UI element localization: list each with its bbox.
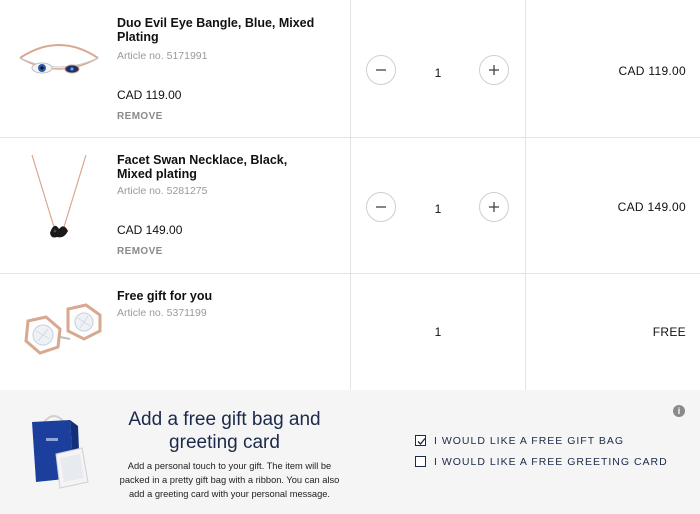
remove-button[interactable]: REMOVE — [117, 246, 163, 257]
item-name[interactable]: Duo Evil Eye Bangle, Blue, Mixed Plating — [117, 16, 317, 44]
greeting-card-checkbox[interactable] — [415, 456, 426, 467]
info-icon[interactable]: i — [673, 405, 685, 417]
gift-bag-label[interactable]: I WOULD LIKE A FREE GIFT BAG — [434, 435, 624, 447]
minus-icon — [376, 69, 386, 71]
quantity-value: 1 — [434, 202, 442, 216]
gift-options-panel: Add a free gift bag and greeting card Ad… — [0, 390, 700, 514]
item-price: CAD 149.00 — [117, 223, 183, 237]
line-total: FREE — [652, 325, 686, 339]
column-divider — [350, 0, 351, 137]
quantity-value: 1 — [434, 66, 442, 80]
article-number: Article no. 5171991 — [117, 50, 208, 62]
column-divider — [525, 137, 526, 273]
gift-section-title: Add a free gift bag and greeting card — [128, 409, 321, 453]
product-image-bangle[interactable] — [14, 36, 104, 91]
article-number: Article no. 5281275 — [117, 185, 208, 197]
cart-item-row: Duo Evil Eye Bangle, Blue, Mixed Plating… — [0, 0, 700, 138]
decrease-quantity-button[interactable] — [366, 192, 396, 222]
product-image-necklace[interactable] — [24, 153, 94, 248]
line-total: CAD 149.00 — [617, 200, 686, 214]
checkmark-icon — [417, 438, 426, 445]
line-total: CAD 119.00 — [618, 64, 686, 78]
gift-bag-checkbox[interactable] — [415, 435, 426, 446]
product-image-earrings[interactable] — [14, 303, 106, 368]
minus-icon — [376, 206, 386, 208]
decrease-quantity-button[interactable] — [366, 55, 396, 85]
column-divider — [350, 273, 351, 390]
quantity-value: 1 — [434, 325, 442, 339]
greeting-card-label[interactable]: I WOULD LIKE A FREE GREETING CARD — [434, 456, 668, 468]
item-name[interactable]: Facet Swan Necklace, Black, Mixed platin… — [117, 153, 317, 181]
remove-button[interactable]: REMOVE — [117, 111, 163, 122]
plus-icon — [489, 65, 499, 75]
item-name[interactable]: Free gift for you — [117, 289, 317, 303]
cart-item-row: Facet Swan Necklace, Black, Mixed platin… — [0, 137, 700, 274]
increase-quantity-button[interactable] — [479, 55, 509, 85]
column-divider — [350, 137, 351, 273]
cart-item-row: Free gift for you Article no. 5371199 1 … — [0, 273, 700, 391]
gift-section-description: Add a personal touch to your gift. The i… — [119, 461, 340, 499]
gift-bag-image — [30, 408, 92, 495]
plus-icon — [489, 202, 499, 212]
column-divider — [525, 0, 526, 137]
article-number: Article no. 5371199 — [117, 307, 207, 319]
increase-quantity-button[interactable] — [479, 192, 509, 222]
item-price: CAD 119.00 — [117, 88, 182, 102]
column-divider — [525, 273, 526, 390]
